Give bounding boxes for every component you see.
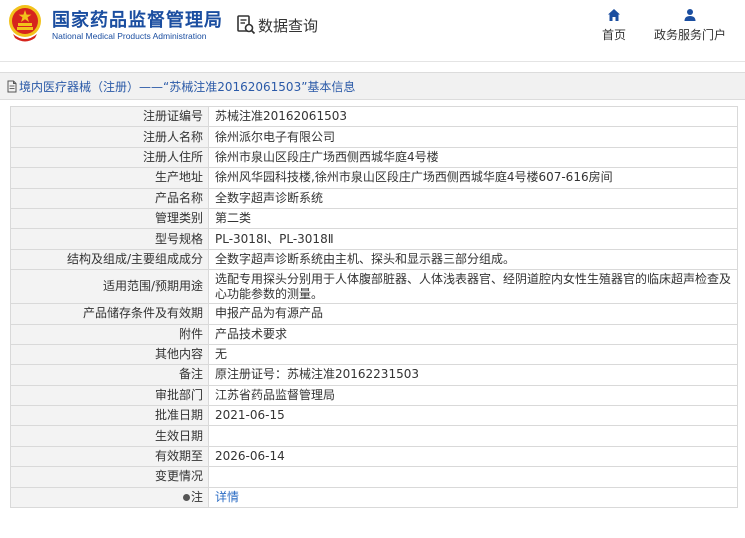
field-value: 全数字超声诊断系统由主机、探头和显示器三部分组成。 [208, 248, 738, 271]
field-label: 结构及组成/主要组成成分 [10, 248, 209, 271]
field-value: 徐州派尔电子有限公司 [208, 126, 738, 148]
field-value [208, 425, 738, 447]
field-label: 注册人住所 [10, 146, 209, 169]
table-row: 型号规格 PL-3018Ⅰ、PL-3018Ⅱ [10, 228, 738, 250]
field-value: PL-3018Ⅰ、PL-3018Ⅱ [208, 228, 738, 250]
table-row: 备注 原注册证号：苏械注准20162231503 [10, 364, 738, 386]
field-value: 选配专用探头分别用于人体腹部脏器、人体浅表器官、经阴道腔内女性生殖器官的临床超声… [208, 269, 738, 305]
home-icon [608, 9, 620, 21]
data-query-tab[interactable]: 数据查询 [236, 12, 318, 38]
table-row: 注册人名称 徐州派尔电子有限公司 [10, 126, 738, 148]
note-value-cell: 详情 [208, 486, 738, 509]
table-row: 变更情况 [10, 466, 738, 488]
table-row: 适用范围/预期用途 选配专用探头分别用于人体腹部脏器、人体浅表器官、经阴道腔内女性… [10, 269, 738, 305]
nav-home[interactable]: 首页 [599, 8, 629, 43]
table-row: 结构及组成/主要组成成分 全数字超声诊断系统由主机、探头和显示器三部分组成。 [10, 248, 738, 271]
field-value: 苏械注准20162061503 [208, 105, 738, 128]
field-value: 产品技术要求 [208, 323, 738, 345]
device-detail-table: 注册证编号 苏械注准20162061503 注册人名称 徐州派尔电子有限公司 注册人… [10, 105, 738, 509]
field-label: 产品储存条件及有效期 [10, 303, 209, 325]
field-value: 申报产品为有源产品 [208, 303, 738, 325]
field-value: 2026-06-14 [208, 445, 738, 468]
field-label: 备注 [10, 364, 209, 386]
field-label: 适用范围/预期用途 [10, 269, 209, 305]
field-label: 附件 [10, 323, 209, 345]
field-label: 其他内容 [10, 343, 209, 366]
field-label: 注册人名称 [10, 126, 209, 148]
user-icon [684, 9, 696, 21]
field-value: 第二类 [208, 207, 738, 230]
table-row: 生产地址 徐州风华园科技楼,徐州市泉山区段庄广场西侧西城华庭4号楼607-616房… [10, 167, 738, 189]
nav-service-portal-label: 政务服务门户 [653, 28, 726, 42]
field-label: 生效日期 [10, 425, 209, 447]
field-label: 产品名称 [10, 187, 209, 209]
document-icon [7, 80, 17, 92]
national-emblem-icon [9, 5, 41, 42]
field-value: 2021-06-15 [208, 405, 738, 427]
note-bullet-icon [182, 493, 190, 501]
field-value: 原注册证号：苏械注准20162231503 [208, 364, 738, 386]
field-label: 生产地址 [10, 167, 209, 189]
field-value: 徐州风华园科技楼,徐州市泉山区段庄广场西侧西城华庭4号楼607-616房间 [208, 167, 738, 189]
table-row: 注册人住所 徐州市泉山区段庄广场西侧西城华庭4号楼 [10, 146, 738, 169]
field-value: 全数字超声诊断系统 [208, 187, 738, 209]
nav-home-label: 首页 [601, 28, 626, 42]
site-title-english: National Medical Products Administration [52, 31, 207, 41]
document-search-icon [237, 15, 256, 35]
table-row: 附件 产品技术要求 [10, 323, 738, 345]
table-row: 有效期至 2026-06-14 [10, 445, 738, 468]
field-value: 徐州市泉山区段庄广场西侧西城华庭4号楼 [208, 146, 738, 169]
field-value: 无 [208, 343, 738, 366]
field-value: 江苏省药品监督管理局 [208, 384, 738, 407]
note-label-cell: 注 [10, 486, 209, 509]
table-row: 产品名称 全数字超声诊断系统 [10, 187, 738, 209]
table-row: 注册证编号 苏械注准20162061503 [10, 105, 738, 128]
field-label: 批准日期 [10, 405, 209, 427]
breadcrumb-text: 境内医疗器械（注册）——“苏械注准20162061503”基本信息 [19, 79, 356, 94]
site-title: 国家药品监督管理局 [52, 10, 223, 31]
field-label: 注册证编号 [10, 105, 209, 128]
field-value [208, 466, 738, 488]
table-row: 审批部门 江苏省药品监督管理局 [10, 384, 738, 407]
table-row: 生效日期 [10, 425, 738, 447]
table-row-note: 注 详情 [10, 486, 738, 509]
field-label: 有效期至 [10, 445, 209, 468]
field-label: 型号规格 [10, 228, 209, 250]
table-row: 其他内容无 [10, 343, 738, 366]
site-header: 国家药品监督管理局 National Medical Products Admi… [0, 0, 745, 62]
table-row: 管理类别 第二类 [10, 207, 738, 230]
field-label: 管理类别 [10, 207, 209, 230]
note-label-text: 注 [190, 489, 203, 504]
data-query-label: 数据查询 [258, 16, 319, 35]
note-label: 注 [182, 489, 203, 505]
table-row: 产品储存条件及有效期 申报产品为有源产品 [10, 303, 738, 325]
table-row: 批准日期 2021-06-15 [10, 405, 738, 427]
nav-service-portal[interactable]: 政务服务门户 [652, 8, 728, 43]
breadcrumb: 境内医疗器械（注册）——“苏械注准20162061503”基本信息 [0, 72, 745, 100]
details-link[interactable]: 详情 [215, 490, 239, 504]
field-label: 审批部门 [10, 384, 209, 407]
field-label: 变更情况 [10, 466, 209, 488]
